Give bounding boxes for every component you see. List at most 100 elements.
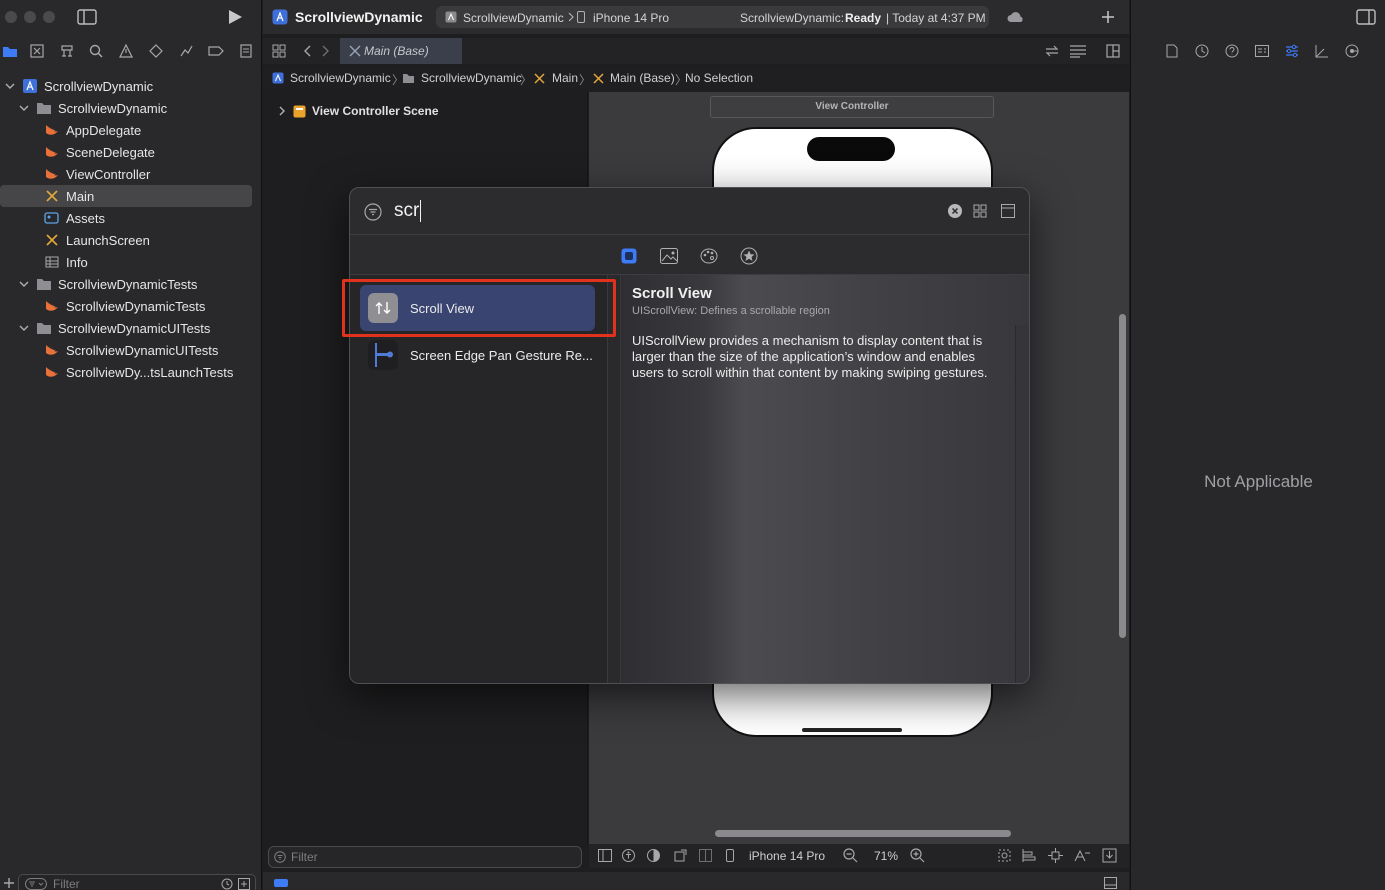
detail-scrollbar[interactable] [1015, 325, 1029, 683]
tree-item-project[interactable]: ScrollviewDynamic [0, 75, 262, 97]
chevron-down-icon[interactable] [4, 80, 16, 92]
canvas-vertical-scrollbar[interactable] [1119, 314, 1126, 638]
tree-item-file[interactable]: ScrollviewDy...tsLaunchTests [0, 361, 262, 383]
navigator-filter-field[interactable]: Filter [18, 874, 256, 890]
tree-item-group[interactable]: ScrollviewDynamicUITests [0, 317, 262, 339]
window-zoom-button[interactable] [43, 11, 55, 23]
debug-navigator-icon[interactable] [176, 42, 196, 60]
breadcrumb-group[interactable]: ScrollviewDynamic [421, 71, 522, 85]
hide-outline-icon[interactable] [598, 849, 612, 862]
filter-options-icon[interactable] [25, 878, 47, 890]
chevron-down-icon[interactable] [18, 278, 30, 290]
connections-inspector-icon[interactable] [1343, 42, 1361, 60]
cloud-status-icon[interactable] [1007, 10, 1025, 23]
window-minimize-button[interactable] [24, 11, 36, 23]
home-indicator [802, 728, 902, 732]
scheme-selector[interactable]: ScrollviewDynamic [463, 11, 564, 25]
breadcrumb-localization[interactable]: Main (Base) [610, 71, 675, 85]
add-icon[interactable] [3, 877, 15, 889]
test-navigator-icon[interactable] [146, 42, 166, 60]
tree-item-label: SceneDelegate [66, 144, 155, 160]
symbol-navigator-icon[interactable] [57, 42, 77, 60]
editor-options-icon[interactable] [1069, 44, 1087, 58]
colors-icon[interactable] [700, 247, 718, 265]
related-items-icon[interactable] [272, 44, 286, 58]
tree-item-label: LaunchScreen [66, 232, 150, 248]
favorites-icon[interactable] [740, 247, 758, 265]
scheme-app-icon [445, 11, 457, 23]
debug-status-bar [263, 872, 1129, 890]
source-control-filter-icon[interactable] [238, 878, 250, 890]
inspector-pane: Not Applicable [1130, 0, 1385, 890]
destination-selector[interactable]: iPhone 14 Pro [593, 11, 669, 25]
orientation-icon[interactable] [674, 849, 687, 862]
chevron-down-icon[interactable] [18, 322, 30, 334]
size-inspector-icon[interactable] [1313, 42, 1331, 60]
project-navigator-tab-icon[interactable] [0, 42, 20, 60]
accessibility-icon[interactable] [622, 849, 635, 862]
tab-label: Main (Base) [364, 44, 429, 58]
swap-icon[interactable] [1045, 45, 1059, 57]
identity-inspector-icon[interactable] [1253, 42, 1271, 60]
clear-search-icon[interactable] [948, 204, 962, 218]
detail-view-icon[interactable] [1001, 204, 1015, 218]
chevron-down-icon[interactable] [18, 102, 30, 114]
history-inspector-icon[interactable] [1193, 42, 1211, 60]
appearance-icon[interactable] [647, 849, 660, 862]
tree-item-file[interactable]: ScrollviewDynamicUITests [0, 339, 262, 361]
library-result-screen-edge-pan[interactable]: Screen Edge Pan Gesture Re... [360, 332, 595, 378]
toggle-debug-area-icon[interactable] [1104, 877, 1117, 889]
run-button[interactable] [227, 9, 243, 25]
tree-item-group[interactable]: ScrollviewDynamicTests [0, 273, 262, 295]
source-control-navigator-icon[interactable] [27, 42, 47, 60]
inspector-toggle-icon[interactable] [1356, 9, 1376, 25]
zoom-in-icon[interactable] [910, 848, 925, 863]
embed-in-icon[interactable] [1102, 848, 1117, 863]
zoom-out-icon[interactable] [843, 848, 858, 863]
breakpoint-navigator-icon[interactable] [206, 42, 226, 60]
report-navigator-icon[interactable] [236, 42, 256, 60]
forward-arrow-icon[interactable] [322, 45, 330, 57]
filter-icon[interactable] [364, 203, 382, 221]
window-close-button[interactable] [5, 11, 17, 23]
add-constraints-icon[interactable] [1048, 848, 1063, 863]
debug-area-indicator[interactable] [274, 879, 288, 887]
file-inspector-icon[interactable] [1163, 42, 1181, 60]
tree-item-file[interactable]: SceneDelegate [0, 141, 262, 163]
tree-item-file-selected[interactable]: Main [0, 185, 252, 207]
tree-item-file[interactable]: AppDelegate [0, 119, 262, 141]
issue-navigator-icon[interactable] [116, 42, 136, 60]
media-icon[interactable] [660, 247, 678, 265]
objects-icon[interactable] [620, 247, 638, 265]
outline-filter-field[interactable]: Filter [268, 846, 582, 868]
find-navigator-icon[interactable] [86, 42, 106, 60]
trait-variation-icon[interactable] [699, 849, 712, 862]
back-arrow-icon[interactable] [303, 45, 311, 57]
scene-header[interactable]: View Controller [710, 96, 994, 118]
align-icon[interactable] [1022, 848, 1037, 863]
resolve-issues-icon[interactable] [1074, 848, 1091, 863]
chevron-right-icon[interactable] [279, 106, 286, 116]
update-frames-icon[interactable] [997, 848, 1012, 863]
grid-view-icon[interactable] [973, 204, 987, 218]
tab-main-base[interactable]: Main (Base) [340, 38, 462, 64]
recent-files-icon[interactable] [221, 878, 233, 890]
outline-scene-row[interactable]: View Controller Scene [279, 104, 439, 118]
split-editor-icon[interactable] [1106, 44, 1120, 58]
library-search-input[interactable]: scr [394, 200, 422, 222]
canvas-horizontal-scrollbar[interactable] [715, 830, 1011, 837]
sidebar-toggle-icon[interactable] [77, 9, 97, 25]
library-add-icon[interactable] [1101, 10, 1115, 24]
tree-item-file[interactable]: Assets [0, 207, 262, 229]
tree-item-file[interactable]: ViewController [0, 163, 262, 185]
device-selector[interactable]: iPhone 14 Pro [749, 849, 825, 863]
tree-item-group[interactable]: ScrollviewDynamic [0, 97, 262, 119]
breadcrumb-project[interactable]: ScrollviewDynamic [290, 71, 391, 85]
tree-item-file[interactable]: ScrollviewDynamicTests [0, 295, 262, 317]
tree-item-file[interactable]: LaunchScreen [0, 229, 262, 251]
breadcrumb-file[interactable]: Main [552, 71, 578, 85]
attributes-inspector-icon[interactable] [1283, 42, 1301, 60]
quick-help-icon[interactable] [1223, 42, 1241, 60]
breadcrumb-selection[interactable]: No Selection [685, 71, 753, 85]
tree-item-file[interactable]: Info [0, 251, 262, 273]
